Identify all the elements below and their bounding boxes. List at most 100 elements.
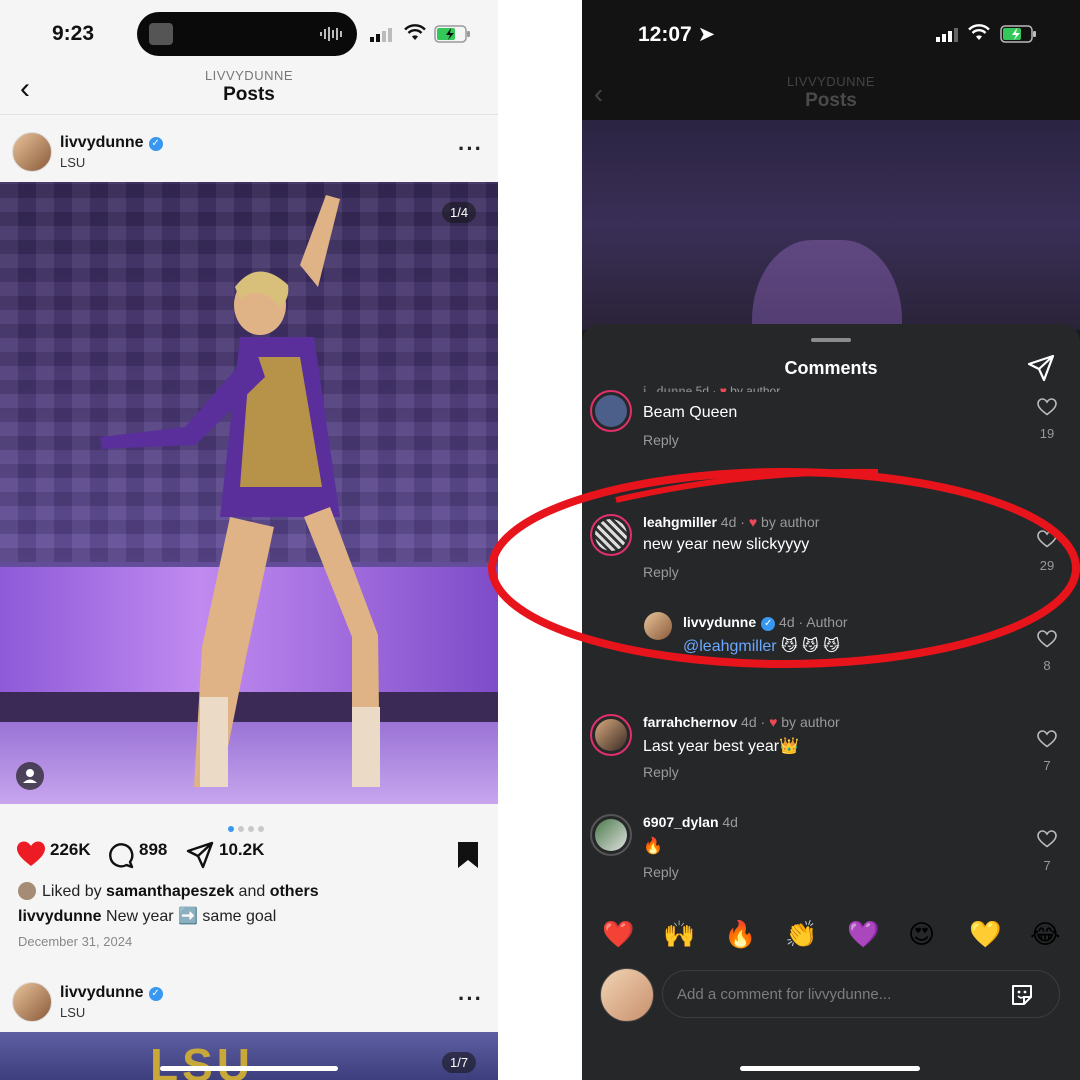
comments-sheet: Comments j...dunne 5d · ♥ by author Beam… (582, 324, 1080, 1080)
comment-text: new year new slickyyyy (643, 536, 810, 553)
share-send-icon[interactable] (186, 841, 214, 869)
post-location[interactable]: LSU (60, 155, 85, 170)
liked-by-user: samanthapeszek (106, 883, 235, 900)
header-username: LIVVYDUNNE (786, 74, 876, 89)
more-options-icon[interactable]: ··· (458, 986, 483, 1012)
commenter-username[interactable]: j...dunne 5d · ♥ by author (643, 384, 780, 392)
gymnast-figure (100, 195, 380, 787)
author-liked-heart-icon: ♥ (748, 514, 758, 530)
post-header-2: livvydunne ✓ LSU ··· (0, 974, 498, 1030)
post-photo[interactable]: 1/4 (0, 182, 498, 804)
avatar[interactable] (12, 132, 52, 172)
post-username-text[interactable]: livvydunne (60, 134, 144, 151)
comment-input[interactable]: Add a comment for livvydunne... (662, 970, 1060, 1018)
reply-button[interactable]: Reply (643, 564, 679, 580)
photo-2-lettering: LSU (150, 1039, 254, 1080)
post-date: December 31, 2024 (18, 934, 133, 949)
right-phone-screen: 12:07 ➤ ‹ LIVVYDUNNE Posts Comments j...… (582, 0, 1080, 1080)
comment-like-heart-icon[interactable] (1037, 730, 1057, 748)
status-bar: 9:23 (0, 0, 498, 66)
emoji-raised-hands-button[interactable]: 🙌 (663, 916, 695, 952)
comment-text: @leahgmiller 😼 😼 😼 (683, 638, 840, 655)
bookmark-icon[interactable] (456, 841, 480, 869)
emoji-heart-eyes-button[interactable]: 😍 (908, 916, 935, 952)
liked-by-line[interactable]: Liked by samanthapeszek and others (18, 882, 319, 901)
comment-like-count: 8 (1043, 658, 1051, 673)
post-username[interactable]: livvydunne ✓ (60, 134, 163, 152)
header-divider (0, 114, 498, 115)
tagged-people-icon[interactable] (16, 762, 44, 790)
reply-button[interactable]: Reply (643, 864, 679, 880)
home-indicator[interactable] (160, 1066, 338, 1071)
post-location-2[interactable]: LSU (60, 1005, 85, 1020)
commenter-avatar[interactable] (590, 714, 632, 756)
commenter-username[interactable]: farrahchernov 4d · ♥ by author (643, 714, 840, 730)
emoji-fire-button[interactable]: 🔥 (724, 916, 756, 952)
wifi-icon (404, 24, 426, 40)
commenter-avatar[interactable] (590, 814, 632, 856)
comment-item: 6907_dylan 4d 🔥 Reply 7 (582, 812, 1080, 892)
commenter-avatar[interactable] (590, 390, 632, 432)
emoji-laughing-button[interactable]: 😂 (1030, 916, 1060, 952)
current-user-avatar (600, 968, 654, 1022)
verified-badge-icon: ✓ (148, 137, 163, 151)
comment-like-heart-icon[interactable] (1037, 630, 1057, 648)
comment-item: farrahchernov 4d · ♥ by author Last year… (582, 712, 1080, 792)
post-username-2[interactable]: livvydunne ✓ (60, 984, 163, 1002)
comment-like-heart-icon[interactable] (1037, 398, 1057, 416)
commenter-avatar[interactable] (590, 514, 632, 556)
comment-like-heart-icon[interactable] (1037, 830, 1057, 848)
comment-input-placeholder[interactable]: Add a comment for livvydunne... (677, 986, 891, 1003)
sheet-drag-handle[interactable] (811, 338, 851, 342)
emoji-purple-heart-button[interactable]: 💜 (847, 916, 879, 952)
photo-counter-badge-2: 1/7 (442, 1052, 477, 1073)
photo-counter-badge: 1/4 (442, 202, 477, 223)
author-liked-heart-icon: ♥ (769, 714, 778, 730)
like-heart-icon[interactable] (16, 840, 46, 868)
comment-like-count: 7 (1043, 858, 1051, 873)
emoji-heart-button[interactable]: ❤️ (602, 916, 634, 952)
commenter-username[interactable]: leahgmiller 4d · ♥ by author (643, 514, 819, 530)
comment-like-heart-icon[interactable] (1037, 530, 1057, 548)
caption-username[interactable]: livvydunne (18, 908, 102, 925)
dynamic-island (137, 12, 357, 56)
mention-link[interactable]: @leahgmiller (683, 638, 777, 655)
carousel-indicator (228, 819, 268, 837)
commenter-username[interactable]: livvydunne ✓ 4d · Author (683, 614, 848, 631)
liked-by-avatar (18, 882, 36, 900)
reply-button[interactable]: Reply (643, 432, 679, 448)
status-time: 12:07 ➤ (638, 23, 716, 46)
more-options-icon[interactable]: ··· (458, 136, 483, 162)
cellular-signal-icon (370, 28, 392, 42)
quick-emoji-bar: ❤️ 🙌 🔥 👏 💜 😍 💛 😂 (582, 916, 1080, 956)
left-phone-screen: 9:23 ‹ LIVVYDUNNE Posts livvydunne ✓ LSU… (0, 0, 498, 1080)
avatar[interactable] (12, 982, 52, 1022)
wifi-icon (968, 24, 990, 40)
battery-charging-icon (434, 25, 470, 43)
comment-count[interactable]: 898 (139, 840, 167, 860)
share-send-icon[interactable] (1027, 354, 1055, 382)
cellular-signal-icon (936, 28, 958, 42)
share-count[interactable]: 10.2K (219, 840, 264, 860)
comment-text: Beam Queen (643, 404, 738, 421)
comment-text: Last year best year👑 (643, 738, 799, 755)
comment-item: j...dunne 5d · ♥ by author Beam Queen Re… (582, 384, 1080, 464)
like-count[interactable]: 226K (50, 840, 91, 860)
reply-button[interactable]: Reply (643, 764, 679, 780)
comment-icon[interactable] (106, 841, 134, 869)
commenter-avatar[interactable] (644, 612, 672, 640)
emoji-clap-button[interactable]: 👏 (785, 916, 817, 952)
verified-badge-icon: ✓ (148, 987, 163, 1001)
emoji-yellow-heart-button[interactable]: 💛 (969, 916, 1001, 952)
dimmed-header: ‹ LIVVYDUNNE Posts (582, 66, 1080, 120)
page-title: Posts (805, 90, 857, 111)
home-indicator[interactable] (740, 1066, 920, 1071)
comment-like-count: 29 (1039, 558, 1055, 573)
post-photo-2[interactable]: LSU 1/7 (0, 1032, 498, 1080)
audio-waveform-icon (320, 27, 342, 41)
comment-item: leahgmiller 4d · ♥ by author new year ne… (582, 512, 1080, 592)
caption-text: New year ➡️ same goal (106, 908, 277, 925)
commenter-username[interactable]: 6907_dylan 4d (643, 814, 738, 830)
sticker-icon[interactable] (1009, 982, 1035, 1008)
post-username-text[interactable]: livvydunne (60, 984, 144, 1001)
